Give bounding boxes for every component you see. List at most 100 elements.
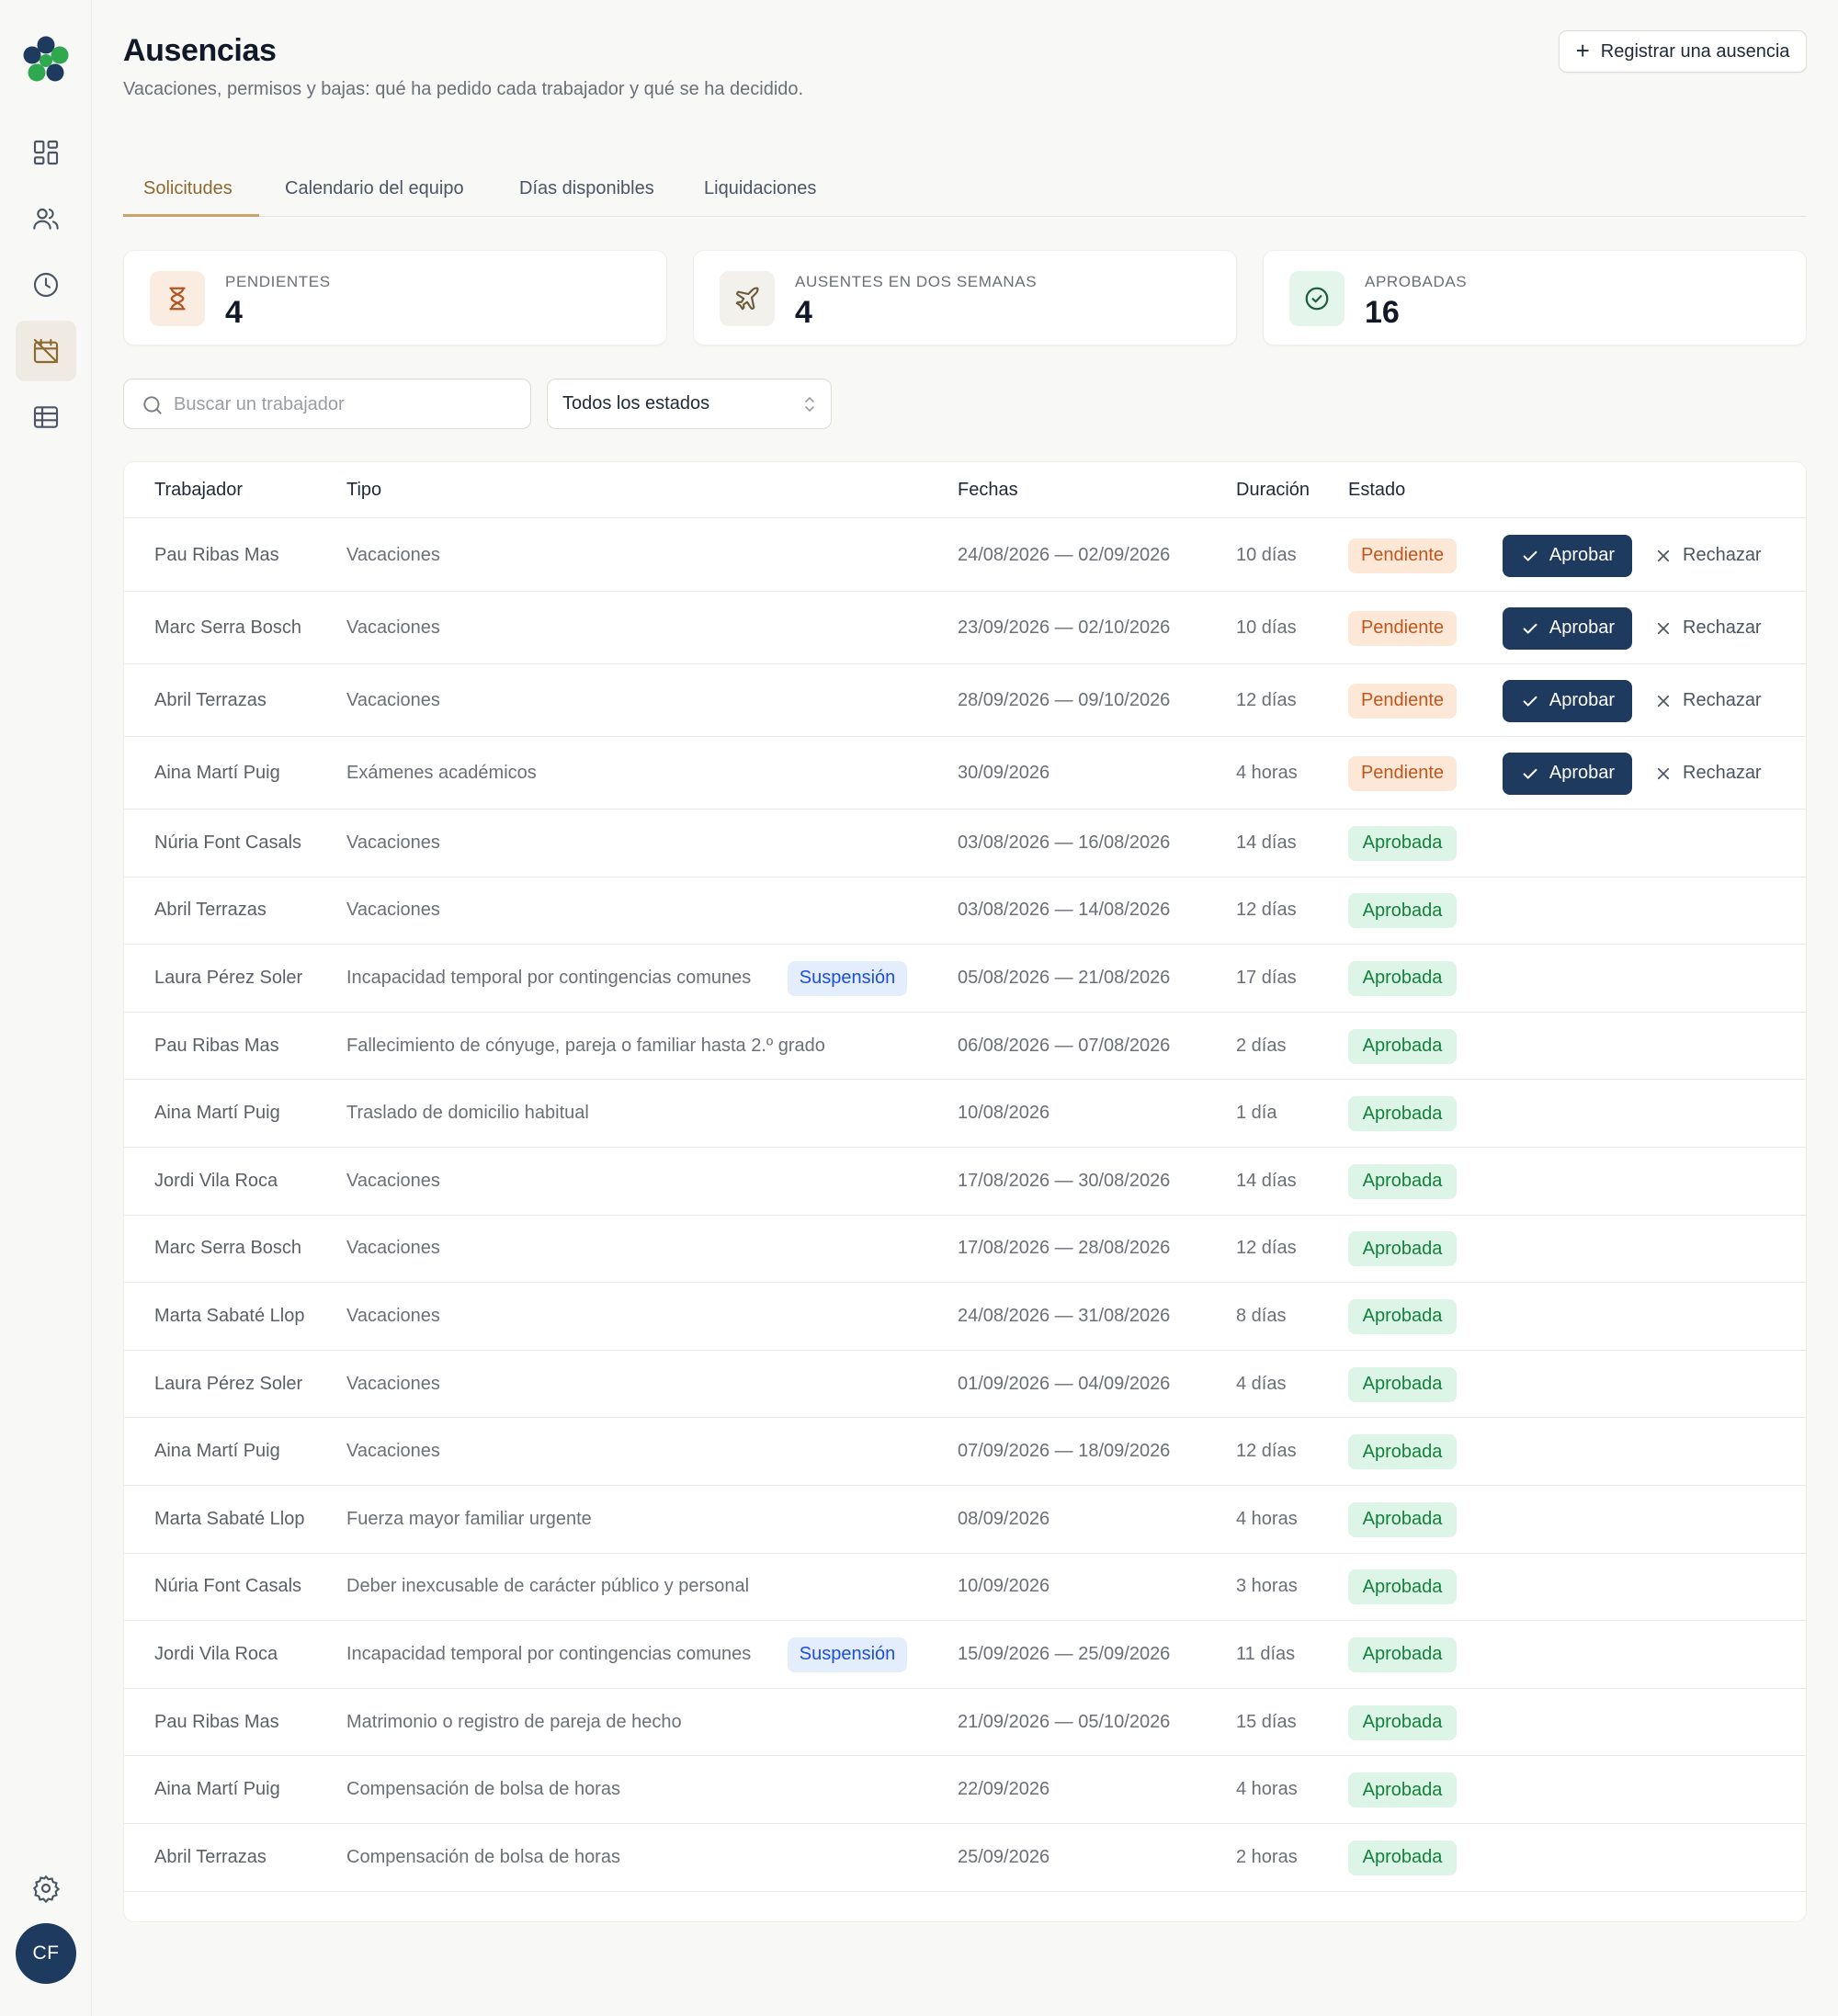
absence-type: Vacaciones [346,1441,440,1462]
table-row[interactable]: Abril Terrazas Vacaciones 28/09/2026 — 09/… [124,664,1806,737]
stat-card-approved: APROBADAS 16 [1263,250,1807,345]
worker-name: Núria Font Casals [154,832,302,853]
absence-type: Vacaciones [346,900,440,921]
tab-calendario[interactable]: Calendario del equipo [285,178,464,217]
absence-duration: 8 días [1236,1305,1287,1326]
table-row[interactable]: Pau Ribas Mas Vacaciones 24/08/2026 — 02/0… [124,519,1806,592]
stat-label: AUSENTES EN DOS SEMANAS [795,273,1038,290]
absence-dates: 03/08/2026 — 16/08/2026 [958,832,1171,853]
status-badge: Aprobada [1348,1096,1457,1132]
absence-type: Incapacidad temporal por contingencias c… [346,967,752,988]
table-row[interactable]: Laura Pérez Soler Incapacidad temporal po… [124,945,1806,1013]
column-header-type[interactable]: Tipo [346,480,381,501]
sidebar-item-dashboard[interactable] [16,122,76,183]
hourglass-icon [169,287,186,311]
table-row[interactable]: Aina Martí Puig Traslado de domicilio hab… [124,1080,1806,1148]
status-badge: Aprobada [1348,1028,1457,1064]
table-row[interactable]: Marta Sabaté Llop Vacaciones 24/08/2026 — … [124,1283,1806,1351]
absence-type: Incapacidad temporal por contingencias c… [346,1643,752,1664]
logo-icon[interactable] [22,35,70,86]
status-badge: Pendiente [1348,755,1457,791]
absence-dates: 17/08/2026 — 30/08/2026 [958,1170,1171,1191]
reject-button[interactable]: Rechazar [1655,607,1762,650]
column-header-dates[interactable]: Fechas [958,480,1018,501]
users-icon [33,208,59,230]
sidebar-item-absences[interactable] [16,321,76,381]
clock-icon [33,272,59,298]
register-absence-button[interactable]: + Registrar una ausencia [1559,30,1807,73]
worker-name: Núria Font Casals [154,1576,302,1597]
sidebar-item-time[interactable] [16,255,76,315]
table-row[interactable]: Núria Font Casals Vacaciones 03/08/2026 — … [124,810,1806,878]
tab-liquidaciones[interactable]: Liquidaciones [704,178,816,217]
absence-type: Vacaciones [346,544,440,565]
table-row[interactable]: Pau Ribas Mas Matrimonio o registro de pa… [124,1689,1806,1757]
absence-dates: 01/09/2026 — 04/09/2026 [958,1373,1171,1394]
approve-button[interactable]: Aprobar [1503,606,1632,650]
table-row[interactable]: Marc Serra Bosch Vacaciones 23/09/2026 — 0… [124,592,1806,664]
reject-label: Rechazar [1683,690,1762,710]
table-row[interactable]: Jordi Vila Roca Incapacidad temporal por … [124,1621,1806,1689]
table-row[interactable]: Aina Martí Puig Compensación de bolsa de … [124,1756,1806,1824]
tab-dias-disponibles[interactable]: Días disponibles [519,178,654,217]
absence-duration: 11 días [1236,1643,1296,1664]
table-row[interactable]: Laura Pérez Soler Vacaciones 01/09/2026 — … [124,1351,1806,1419]
table-row[interactable]: Marta Sabaté Llop Fuerza mayor familiar u… [124,1486,1806,1554]
table-header: Trabajador Tipo Fechas Duración Estado [124,462,1806,518]
reject-button[interactable]: Rechazar [1655,535,1762,577]
reject-label: Rechazar [1683,763,1762,783]
table-row[interactable]: Jordi Vila Roca Vacaciones 17/08/2026 — 30… [124,1148,1806,1216]
reject-label: Rechazar [1683,545,1762,565]
table-row[interactable]: Aina Martí Puig Exámenes académicos 30/09/… [124,737,1806,810]
stat-value: 4 [795,295,812,330]
column-header-status[interactable]: Estado [1348,480,1405,501]
close-icon [1657,622,1670,634]
table-row[interactable]: Núria Font Casals Deber inexcusable de ca… [124,1554,1806,1622]
worker-name: Aina Martí Puig [154,762,280,783]
suspension-tag: Suspensión [788,960,907,996]
worker-name: Laura Pérez Soler [154,967,303,988]
stat-card-away: AUSENTES EN DOS SEMANAS 4 [693,250,1237,345]
search-input[interactable] [174,389,514,420]
status-badge: Aprobada [1348,1501,1457,1537]
sidebar-item-people[interactable] [16,188,76,249]
absence-duration: 15 días [1236,1711,1297,1732]
sidebar-item-table[interactable] [16,387,76,447]
stat-card-pending: PENDIENTES 4 [123,250,667,345]
page-title: Ausencias [123,33,277,68]
table-row[interactable]: Aina Martí Puig Vacaciones 07/09/2026 — 18… [124,1418,1806,1486]
table-row[interactable]: Abril Terrazas Vacaciones 03/08/2026 — 14/… [124,878,1806,946]
table-row[interactable]: Marc Serra Bosch Vacaciones 17/08/2026 — 2… [124,1216,1806,1284]
user-avatar[interactable]: CF [16,1923,76,1984]
absence-duration: 1 día [1236,1103,1277,1124]
reject-button[interactable]: Rechazar [1655,680,1762,722]
status-select[interactable]: Todos los estados [547,379,832,429]
absence-dates: 23/09/2026 — 02/10/2026 [958,617,1171,638]
approve-button[interactable]: Aprobar [1503,534,1632,577]
approve-button[interactable]: Aprobar [1503,752,1632,795]
absence-type: Deber inexcusable de carácter público y … [346,1576,750,1597]
reject-button[interactable]: Rechazar [1655,753,1762,795]
absence-type: Traslado de domicilio habitual [346,1103,589,1124]
approve-button[interactable]: Aprobar [1503,679,1632,722]
status-badge: Aprobada [1348,960,1457,996]
absence-duration: 2 horas [1236,1846,1298,1867]
absence-duration: 14 días [1236,832,1297,853]
status-badge: Pendiente [1348,683,1457,719]
absence-dates: 07/09/2026 — 18/09/2026 [958,1441,1171,1462]
reject-label: Rechazar [1683,617,1762,638]
absence-duration: 3 horas [1236,1576,1298,1597]
stat-label: APROBADAS [1365,273,1468,290]
settings-button[interactable] [16,1858,76,1919]
table-row[interactable]: Abril Terrazas Compensación de bolsa de h… [124,1824,1806,1892]
table-row[interactable]: Pau Ribas Mas Fallecimiento de cónyuge, p… [124,1013,1806,1081]
worker-name: Abril Terrazas [154,1846,267,1867]
column-header-worker[interactable]: Trabajador [154,480,243,501]
column-header-duration[interactable]: Duración [1236,480,1310,501]
tab-solicitudes[interactable]: Solicitudes [123,178,259,217]
absence-dates: 10/09/2026 [958,1576,1050,1597]
worker-name: Pau Ribas Mas [154,1711,279,1732]
plane-icon [735,287,759,311]
worker-name: Marta Sabaté Llop [154,1508,305,1529]
absence-type: Vacaciones [346,689,440,710]
